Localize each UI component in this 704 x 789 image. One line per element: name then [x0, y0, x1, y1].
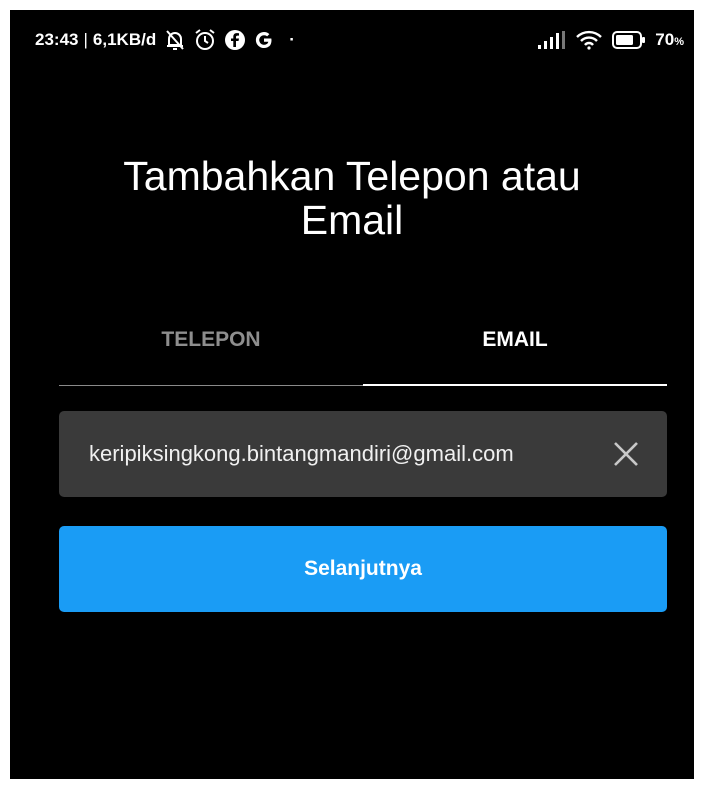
tab-email[interactable]: EMAIL — [363, 318, 667, 386]
alarm-icon — [194, 29, 216, 51]
battery-percent: 70% — [655, 30, 684, 49]
network-speed: 6,1KB/d — [92, 30, 157, 49]
status-bar: 23:43 | 6,1KB/d · 70% — [10, 10, 694, 70]
page-title-line-2: Email — [300, 197, 404, 243]
clear-icon[interactable] — [613, 441, 639, 467]
page-title-line-1: Tambahkan Telepon atau — [123, 153, 581, 199]
status-separator: | — [83, 30, 88, 49]
page-title: Tambahkan Telepon atau Email — [10, 154, 694, 242]
email-field[interactable]: keripiksingkong.bintangmandiri@gmail.com — [59, 411, 667, 497]
status-dot: · — [289, 30, 295, 49]
email-input-value[interactable]: keripiksingkong.bintangmandiri@gmail.com — [89, 441, 581, 467]
battery-icon — [612, 31, 646, 49]
app-screen: 23:43 | 6,1KB/d · 70% Tambahkan Telepon … — [10, 10, 694, 779]
google-icon — [254, 30, 274, 50]
status-bar-right: 70% — [538, 30, 684, 50]
next-button[interactable]: Selanjutnya — [59, 526, 667, 612]
status-bar-left: 23:43 | 6,1KB/d · — [35, 29, 295, 51]
tab-telepon[interactable]: TELEPON — [59, 318, 363, 386]
bell-off-icon — [165, 29, 185, 51]
facebook-icon — [225, 30, 246, 50]
tab-bar: TELEPON EMAIL — [59, 318, 667, 386]
wifi-icon — [575, 30, 603, 50]
clock: 23:43 — [35, 30, 79, 49]
signal-icon — [538, 31, 566, 49]
